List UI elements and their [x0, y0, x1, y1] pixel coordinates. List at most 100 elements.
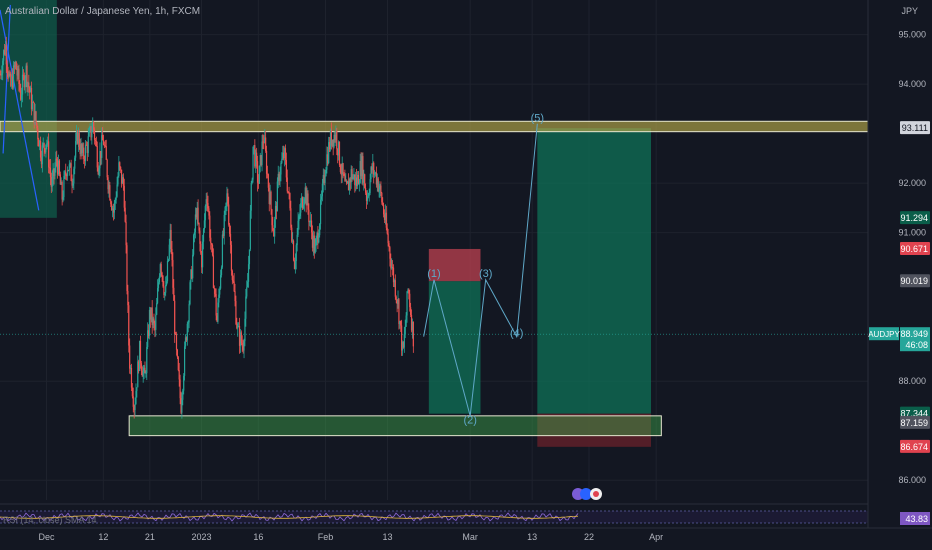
- candle-body: [125, 221, 127, 246]
- wave-label: (1): [427, 268, 440, 280]
- candle-body: [220, 267, 223, 276]
- price-label: 90.019: [900, 276, 928, 286]
- candle-body: [229, 224, 231, 234]
- candle-body: [120, 166, 122, 170]
- candle-body: [251, 179, 253, 184]
- candle-body: [199, 230, 201, 244]
- candle-body: [134, 403, 136, 411]
- candle-body: [192, 254, 194, 279]
- candle-body: [1, 73, 3, 75]
- candle-body: [231, 270, 233, 281]
- candle-body: [228, 204, 230, 225]
- x-tick-label: 2023: [191, 532, 211, 542]
- candle-body: [153, 318, 155, 324]
- candle-body: [93, 122, 95, 130]
- candle-body: [369, 179, 371, 193]
- candle-body: [93, 129, 96, 140]
- candle-body: [319, 224, 321, 236]
- x-tick-label: 16: [253, 532, 263, 542]
- candle-body: [279, 174, 281, 181]
- candle-body: [131, 387, 133, 397]
- candle-body: [21, 94, 23, 100]
- candle-body: [248, 249, 251, 265]
- candle-body: [404, 326, 406, 335]
- candle-body: [315, 238, 317, 247]
- candle-body: [387, 233, 389, 244]
- candle-body: [213, 287, 215, 290]
- x-tick-label: Apr: [649, 532, 663, 542]
- symbol-label: AUDJPY: [868, 330, 900, 339]
- candle-body: [308, 209, 310, 223]
- candle-body: [46, 143, 48, 145]
- candle-body: [129, 345, 131, 369]
- support-zone: [128, 415, 662, 437]
- candle-body: [368, 192, 370, 196]
- candle-body: [202, 241, 204, 268]
- candle-body: [182, 390, 184, 400]
- candle-body: [56, 158, 58, 161]
- candle-body: [214, 289, 216, 294]
- candle-body: [392, 267, 395, 283]
- candle-body: [289, 193, 291, 209]
- candle-body: [156, 288, 159, 304]
- candle-body: [109, 185, 111, 201]
- candle-body: [229, 233, 232, 245]
- candle-body: [175, 334, 178, 350]
- candle-body: [364, 174, 366, 189]
- candle-body: [119, 162, 121, 167]
- candle-body: [245, 296, 247, 319]
- candle-body: [221, 234, 224, 268]
- long-position-profit: [537, 128, 651, 414]
- candle-body: [394, 280, 396, 297]
- y-tick-label: 86.000: [898, 475, 926, 485]
- candle-body: [207, 203, 209, 209]
- candle-body: [382, 202, 384, 206]
- candle-body: [146, 347, 148, 374]
- price-label: 87.159: [900, 418, 928, 428]
- candle-body: [288, 192, 290, 194]
- candle-body: [105, 146, 107, 160]
- candle-body: [246, 287, 248, 297]
- candle-body: [261, 141, 263, 166]
- candle-body: [303, 199, 305, 205]
- candle-body: [75, 141, 77, 158]
- candle-body: [139, 340, 142, 364]
- candle-body: [256, 152, 258, 162]
- candle-body: [286, 177, 288, 192]
- candle-body: [230, 244, 233, 271]
- candle-body: [388, 243, 390, 248]
- rsi-value: 43.83: [905, 514, 928, 524]
- candle-body: [218, 294, 220, 303]
- candle-body: [128, 305, 130, 346]
- candle-body: [320, 196, 323, 200]
- candle-body: [183, 375, 185, 391]
- candle-body: [227, 193, 229, 205]
- candle-body: [173, 287, 175, 301]
- candle-body: [95, 141, 97, 146]
- candle-body: [102, 140, 105, 145]
- candle-body: [339, 165, 341, 173]
- candle-body: [206, 199, 208, 204]
- candle-body: [406, 291, 408, 316]
- candle-body: [102, 135, 104, 141]
- candle-body: [74, 157, 76, 169]
- candle-body: [193, 232, 196, 236]
- candle-body: [37, 128, 39, 140]
- candle-body: [61, 181, 63, 200]
- candle-body: [65, 171, 67, 175]
- chart[interactable]: (1) (2) (3) (4) (5) 95.000 94.000 92.000 91.000 8…: [0, 0, 932, 550]
- candle-body: [280, 162, 282, 175]
- candle-body: [45, 144, 47, 153]
- price-label: 90.671: [900, 244, 928, 254]
- candle-body: [144, 367, 146, 374]
- candle-body: [124, 207, 126, 222]
- candle-body: [298, 216, 300, 221]
- candle-body: [96, 145, 98, 168]
- candle-body: [155, 314, 157, 330]
- x-tick-label: Mar: [462, 532, 478, 542]
- x-tick-label: Feb: [318, 532, 334, 542]
- candle-body: [365, 188, 367, 193]
- candle-body: [319, 199, 322, 225]
- candle-body: [116, 184, 118, 197]
- candle-body: [170, 230, 172, 250]
